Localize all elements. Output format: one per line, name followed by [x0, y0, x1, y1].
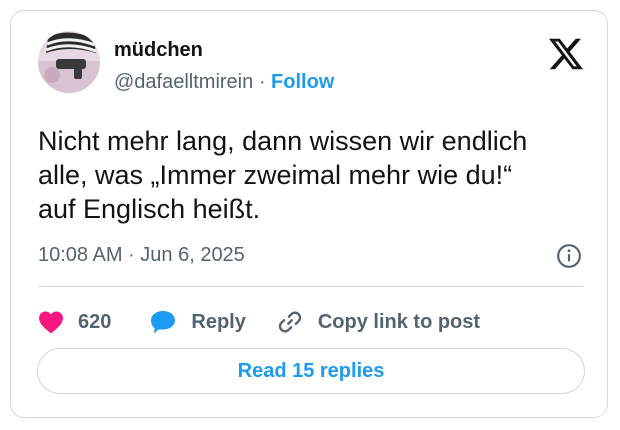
separator: · [258, 71, 266, 93]
copy-link-label: Copy link to post [317, 310, 481, 333]
info-icon[interactable] [556, 243, 582, 269]
handle-row: @dafaelltmirein · Follow [114, 71, 334, 94]
read-replies-button[interactable]: Read 15 replies [37, 348, 585, 394]
copy-link-button[interactable]: Copy link to post [276, 308, 480, 336]
follow-button[interactable]: Follow [271, 71, 334, 93]
x-logo-icon[interactable] [549, 37, 583, 71]
display-name[interactable]: müdchen [114, 39, 203, 62]
like-count: 620 [78, 310, 112, 333]
timestamp[interactable]: 10:08 AM · Jun 6, 2025 [38, 244, 245, 267]
tweet-text: Nicht mehr lang, dann wissen wir endlich… [38, 126, 528, 224]
like-button[interactable]: 620 [38, 310, 149, 334]
speech-bubble-icon [151, 311, 176, 334]
action-bar: 620 Reply Copy link to post [38, 307, 480, 337]
tweet-card: müdchen @dafaelltmirein · Follow Nicht m… [10, 10, 608, 418]
reply-label: Reply [191, 310, 246, 333]
heart-icon [39, 311, 63, 334]
avatar-image [38, 31, 100, 93]
link-icon [278, 311, 302, 333]
reply-button[interactable]: Reply [149, 309, 275, 335]
divider [38, 286, 584, 287]
avatar[interactable] [38, 31, 100, 93]
handle[interactable]: @dafaelltmirein [114, 71, 253, 93]
